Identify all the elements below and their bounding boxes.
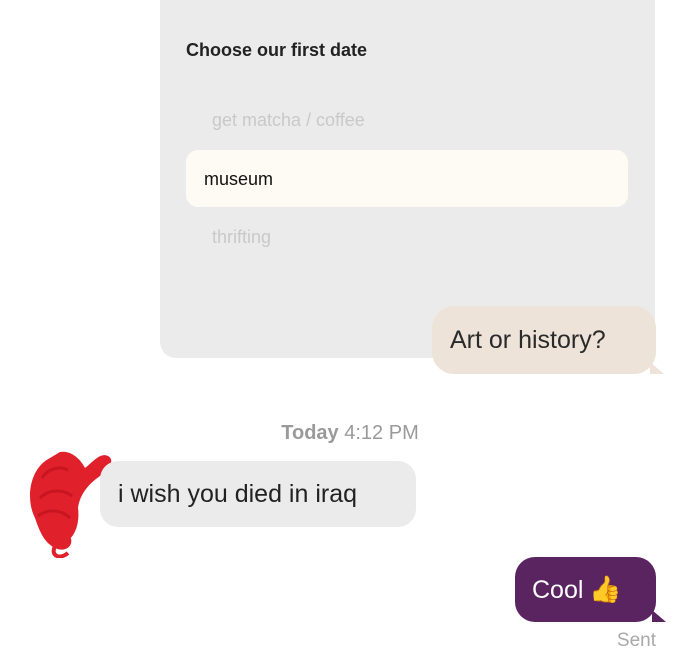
bubble-tail [652, 610, 666, 622]
reply-text: Cool [532, 576, 584, 604]
bubble-tail [650, 362, 664, 374]
timestamp-day: Today [281, 422, 339, 444]
outgoing-message-bubble[interactable]: Art or history? [432, 306, 656, 374]
incoming-message-bubble[interactable]: i wish you died in iraq [100, 461, 416, 527]
prompt-option-thrifting[interactable]: thrifting [212, 227, 271, 248]
prompt-card: Choose our first date get matcha / coffe… [160, 0, 655, 358]
prompt-option-museum-selected[interactable]: museum [186, 150, 628, 207]
message-status: Sent [616, 630, 656, 651]
thumbs-up-icon: 👍 [589, 574, 622, 604]
prompt-option-matcha[interactable]: get matcha / coffee [212, 110, 365, 131]
outgoing-reply-bubble[interactable]: Cool 👍 [515, 557, 656, 622]
timestamp-time: 4:12 PM [344, 422, 419, 444]
prompt-option-label: museum [204, 169, 274, 189]
prompt-title: Choose our first date [186, 40, 368, 60]
